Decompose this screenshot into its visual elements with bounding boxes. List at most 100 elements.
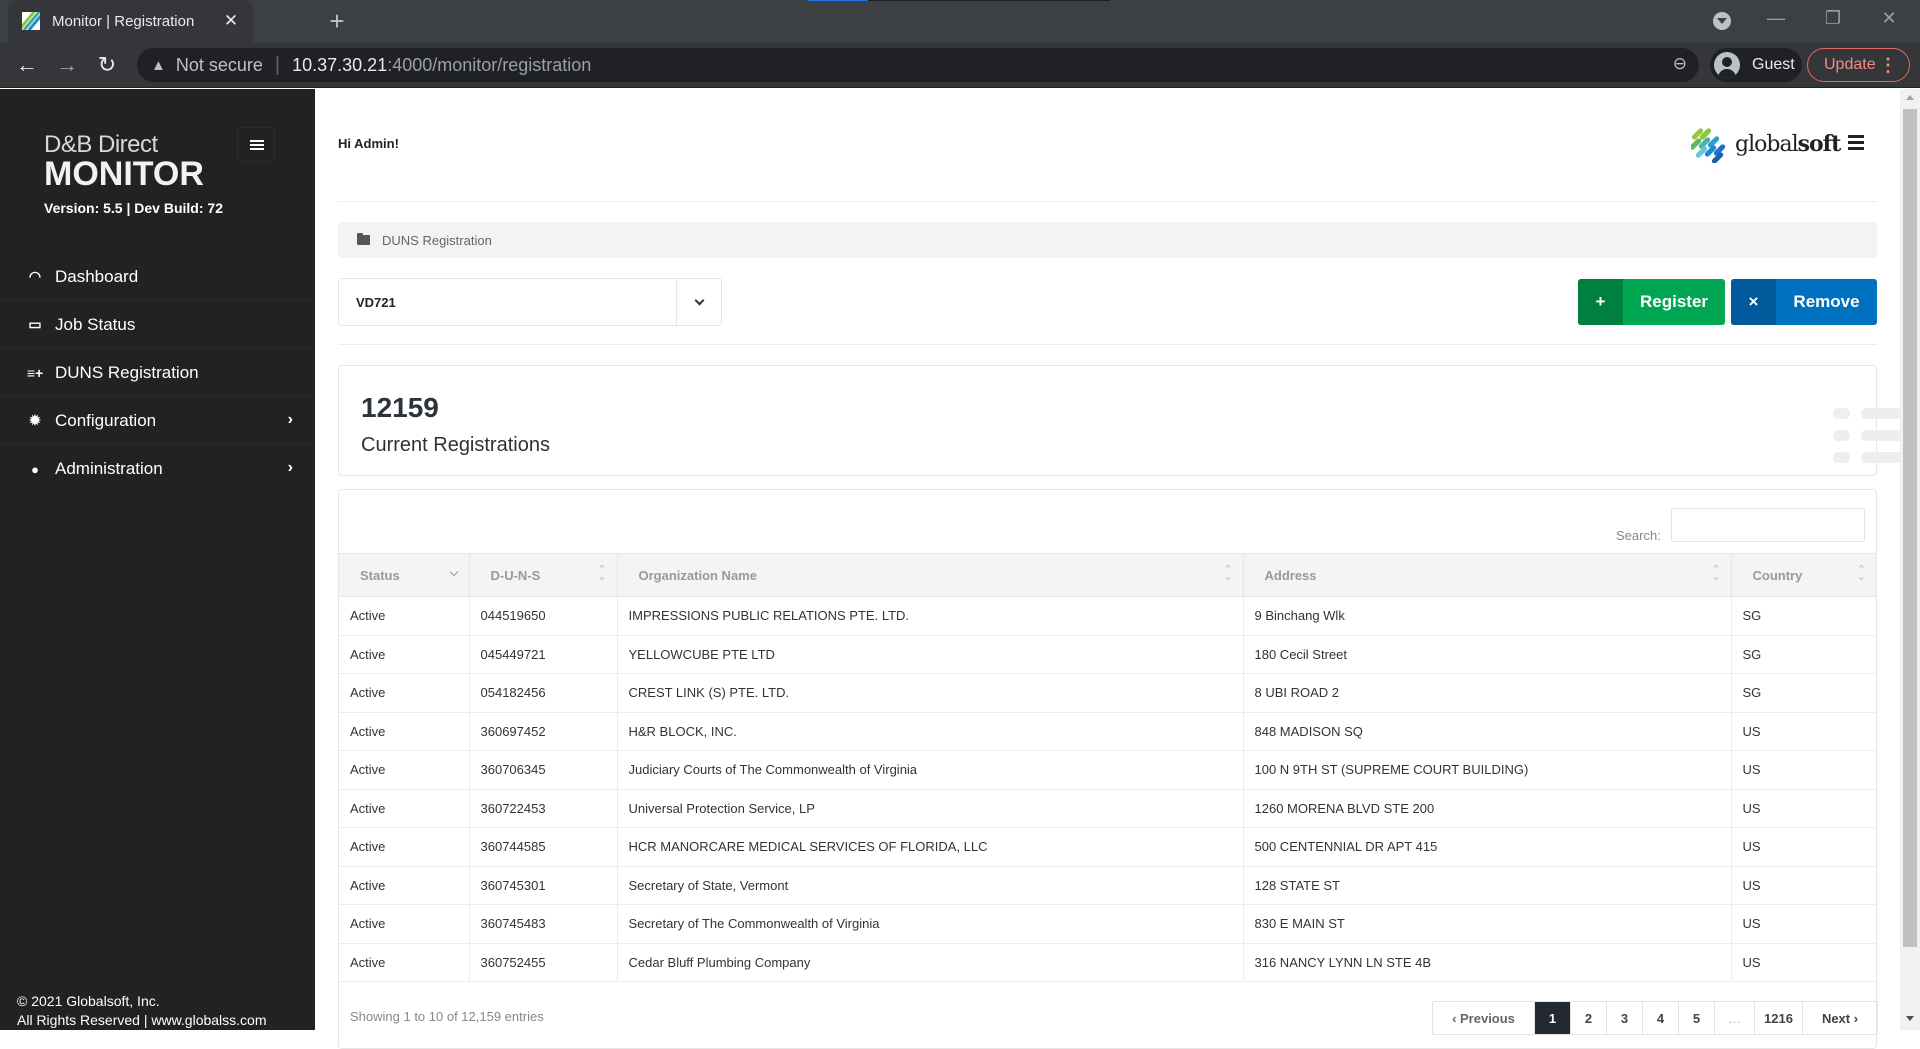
browser-tab[interactable]: Monitor | Registration ✕ bbox=[8, 0, 253, 42]
pagination-page[interactable]: 5 bbox=[1679, 1002, 1715, 1034]
security-label[interactable]: Not secure bbox=[176, 55, 263, 76]
list-add-icon: ≡+ bbox=[26, 364, 44, 381]
pagination-page[interactable]: 3 bbox=[1607, 1002, 1643, 1034]
sort-icon: ⌃ ⌄ bbox=[1711, 564, 1721, 583]
pagination-ellipsis: … bbox=[1715, 1002, 1755, 1034]
logo-mark-icon bbox=[1691, 125, 1729, 163]
close-icon: × bbox=[1731, 279, 1776, 325]
table-row[interactable]: Active 360697452 H&R BLOCK, INC. 848 MADISO… bbox=[339, 712, 1876, 751]
restore-button[interactable]: ❐ bbox=[1818, 8, 1848, 29]
main-content: Hi Admin! globalsoft DUNS Registration V… bbox=[315, 89, 1913, 1049]
table-body: Active 044519650 IMPRESSIONS PUBLIC RELATI… bbox=[339, 596, 1876, 982]
kebab-menu-icon[interactable]: ⋮ bbox=[1879, 54, 1897, 76]
browser-toolbar: ← → ↻ ▲ Not secure | 10.37.30.21:4000/mo… bbox=[0, 42, 1920, 88]
table-row[interactable]: Active 360745301 Secretary of State, Vermo… bbox=[339, 866, 1876, 905]
user-icon: ● bbox=[31, 461, 39, 477]
register-button[interactable]: + Register bbox=[1578, 279, 1725, 325]
gear-icon: ✹ bbox=[29, 412, 41, 428]
cell-duns: 360745301 bbox=[469, 866, 618, 905]
cell-country: US bbox=[1731, 789, 1876, 828]
table-row[interactable]: Active 044519650 IMPRESSIONS PUBLIC RELATI… bbox=[339, 596, 1876, 636]
forward-arrow-icon[interactable]: → bbox=[52, 50, 82, 80]
sort-icon: ⌃ ⌄ bbox=[1223, 564, 1233, 583]
profile-name: Guest bbox=[1752, 56, 1795, 73]
sidebar-menu: ◠ Dashboard ▭ Job Status ≡+ DUNS Registr… bbox=[0, 253, 315, 493]
tab-search-icon[interactable] bbox=[1713, 12, 1731, 30]
new-tab-button[interactable]: + bbox=[322, 7, 352, 35]
sort-desc-icon bbox=[449, 567, 458, 577]
cell-country: US bbox=[1731, 904, 1876, 944]
table-header-row: Status D-U-N-S ⌃ ⌄ Organization Name ⌃ ⌄ Add… bbox=[339, 553, 1876, 597]
folder-icon bbox=[357, 233, 370, 245]
table-row[interactable]: Active 054182456 CREST LINK (S) PTE. LTD. 8… bbox=[339, 673, 1876, 713]
cell-address: 100 N 9TH ST (SUPREME COURT BUILDING) bbox=[1243, 750, 1732, 790]
cell-address: 830 E MAIN ST bbox=[1243, 904, 1732, 944]
reload-icon[interactable]: ↻ bbox=[92, 50, 122, 80]
table-row[interactable]: Active 360752455 Cedar Bluff Plumbing Comp… bbox=[339, 943, 1876, 982]
address-bar[interactable]: ▲ Not secure | 10.37.30.21:4000/monitor/… bbox=[137, 48, 1699, 82]
cell-organization: CREST LINK (S) PTE. LTD. bbox=[617, 673, 1244, 713]
update-label: Update bbox=[1824, 56, 1876, 73]
table-row[interactable]: Active 360744585 HCR MANORCARE MEDICAL SER… bbox=[339, 827, 1876, 867]
cell-duns: 360697452 bbox=[469, 712, 618, 751]
search-label: Search: bbox=[1616, 528, 1661, 543]
cell-address: 180 Cecil Street bbox=[1243, 635, 1732, 674]
cell-country: US bbox=[1731, 943, 1876, 982]
pagination-next[interactable]: Next › bbox=[1803, 1002, 1877, 1034]
scrollbar-thumb[interactable] bbox=[1903, 109, 1917, 947]
cell-country: SG bbox=[1731, 635, 1876, 674]
column-header-organization[interactable]: Organization Name ⌃ ⌄ bbox=[617, 553, 1244, 597]
column-header-address[interactable]: Address ⌃ ⌄ bbox=[1243, 553, 1732, 597]
sidebar-item-administration[interactable]: ● Administration › bbox=[0, 445, 315, 493]
sidebar-item-duns-registration[interactable]: ≡+ DUNS Registration bbox=[0, 349, 315, 397]
cell-country: SG bbox=[1731, 596, 1876, 636]
search-input[interactable] bbox=[1671, 508, 1865, 542]
cell-address: 848 MADISON SQ bbox=[1243, 712, 1732, 751]
update-button[interactable]: Update ⋮ bbox=[1807, 48, 1910, 82]
table-row[interactable]: Active 360745483 Secretary of The Commonwe… bbox=[339, 904, 1876, 944]
scroll-up-icon[interactable] bbox=[1906, 95, 1914, 100]
table-row[interactable]: Active 360722453 Universal Protection Serv… bbox=[339, 789, 1876, 828]
copyright: © 2021 Globalsoft, Inc. All Rights Reser… bbox=[17, 993, 267, 1028]
minimize-button[interactable]: — bbox=[1761, 8, 1791, 29]
sidebar-item-job-status[interactable]: ▭ Job Status bbox=[0, 301, 315, 349]
cell-organization: Secretary of The Commonwealth of Virgini… bbox=[617, 904, 1244, 944]
table-row[interactable]: Active 045449721 YELLOWCUBE PTE LTD 180 Cec… bbox=[339, 635, 1876, 674]
cell-duns: 360745483 bbox=[469, 904, 618, 944]
chevron-down-icon[interactable] bbox=[676, 279, 721, 325]
remove-button[interactable]: × Remove bbox=[1731, 279, 1877, 325]
tab-close-icon[interactable]: ✕ bbox=[221, 11, 241, 31]
column-header-country[interactable]: Country ⌃ ⌄ bbox=[1731, 553, 1876, 597]
cell-status: Active bbox=[339, 789, 470, 828]
cell-organization: IMPRESSIONS PUBLIC RELATIONS PTE. LTD. bbox=[617, 596, 1244, 636]
cell-duns: 054182456 bbox=[469, 673, 618, 713]
cell-organization: YELLOWCUBE PTE LTD bbox=[617, 635, 1244, 674]
column-header-status[interactable]: Status bbox=[339, 553, 470, 597]
window-close-button[interactable]: ✕ bbox=[1874, 8, 1904, 29]
table-row[interactable]: Active 360706345 Judiciary Courts of The C… bbox=[339, 750, 1876, 790]
cell-organization: Universal Protection Service, LP bbox=[617, 789, 1244, 828]
profile-button[interactable]: Guest bbox=[1710, 48, 1802, 82]
account-select[interactable]: VD721 bbox=[338, 278, 722, 326]
zoom-out-icon[interactable]: ⊖ bbox=[1673, 54, 1687, 74]
pagination-page[interactable]: 1 bbox=[1535, 1002, 1571, 1034]
header-menu-icon[interactable] bbox=[1848, 135, 1864, 153]
sort-icon: ⌃ ⌄ bbox=[1856, 564, 1866, 583]
cell-status: Active bbox=[339, 750, 470, 790]
url-host: 10.37.30.21 bbox=[292, 54, 388, 75]
pagination-last-page[interactable]: 1216 bbox=[1755, 1002, 1803, 1034]
page-scrollbar[interactable] bbox=[1900, 89, 1920, 1030]
cell-country: US bbox=[1731, 827, 1876, 867]
sidebar-item-dashboard[interactable]: ◠ Dashboard bbox=[0, 253, 315, 301]
pagination-page[interactable]: 4 bbox=[1643, 1002, 1679, 1034]
cell-status: Active bbox=[339, 712, 470, 751]
column-header-duns[interactable]: D-U-N-S ⌃ ⌄ bbox=[469, 553, 618, 597]
remove-label: Remove bbox=[1793, 292, 1860, 311]
sidebar-item-configuration[interactable]: ✹ Configuration › bbox=[0, 397, 315, 445]
back-arrow-icon[interactable]: ← bbox=[12, 50, 42, 80]
registrations-stat-card: 12159 Current Registrations bbox=[338, 365, 1913, 476]
pagination-previous[interactable]: ‹ Previous bbox=[1433, 1002, 1535, 1034]
scroll-down-icon[interactable] bbox=[1906, 1016, 1914, 1021]
pagination-page[interactable]: 2 bbox=[1571, 1002, 1607, 1034]
sidebar-toggle-button[interactable] bbox=[237, 127, 275, 162]
